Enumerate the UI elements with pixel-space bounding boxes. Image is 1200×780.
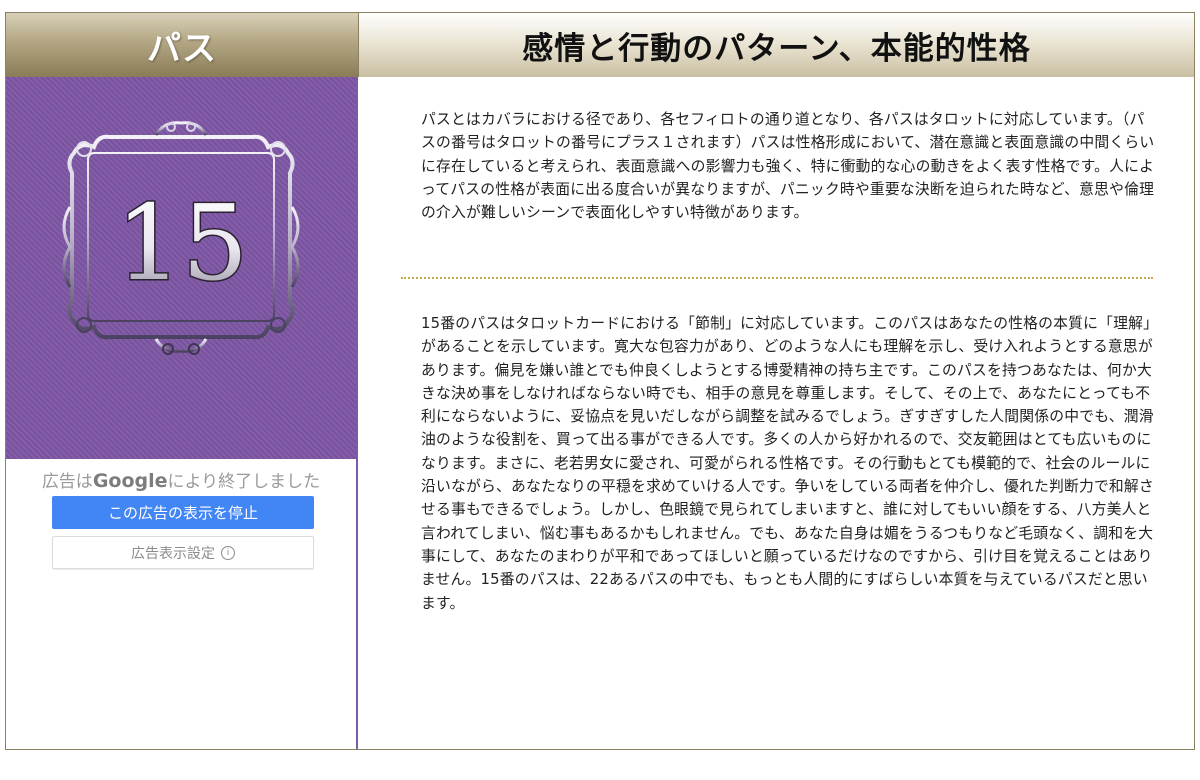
ad-settings-label: 広告表示設定 — [131, 545, 215, 562]
page-title: 感情と行動のパターン、本能的性格 — [522, 30, 1031, 67]
page-frame: パス 感情と行動のパターン、本能的性格 15 広告はGoogleにより終了しまし… — [5, 12, 1195, 750]
intro-paragraph: パスとはカバラにおける径であり、各セフィロトの通り道となり、各パスはタロットに対… — [421, 111, 1155, 222]
header-path-title: パス — [147, 28, 217, 69]
ad-status-suffix: により終了しました — [167, 472, 321, 492]
ad-status-prefix: 広告は — [41, 472, 93, 492]
main-content: パスとはカバラにおける径であり、各セフィロトの通り道となり、各パスはタロットに対… — [359, 77, 1194, 749]
section-divider — [401, 277, 1153, 279]
stop-ad-button[interactable]: この広告の表示を停止 — [52, 496, 314, 529]
info-icon: i — [221, 545, 235, 560]
sidebar: 15 広告はGoogleにより終了しました この広告の表示を停止 広告表示設定 … — [6, 77, 358, 749]
ad-settings-button[interactable]: 広告表示設定 i — [52, 536, 314, 569]
path-description-paragraph: 15番のパスはタロットカードにおける「節制」に対応しています。このパスはあなたの… — [421, 315, 1154, 612]
ornate-frame-icon: 15 — [62, 121, 300, 355]
header-path: パス — [6, 13, 359, 77]
ad-closed-panel: 広告はGoogleにより終了しました この広告の表示を停止 広告表示設定 i — [6, 459, 356, 749]
path-number-card: 15 — [6, 77, 356, 459]
ad-closed-message: 広告はGoogleにより終了しました — [6, 467, 356, 492]
google-logo: Google — [92, 470, 168, 492]
header-main: 感情と行動のパターン、本能的性格 — [359, 13, 1194, 77]
path-number: 15 — [116, 182, 248, 304]
